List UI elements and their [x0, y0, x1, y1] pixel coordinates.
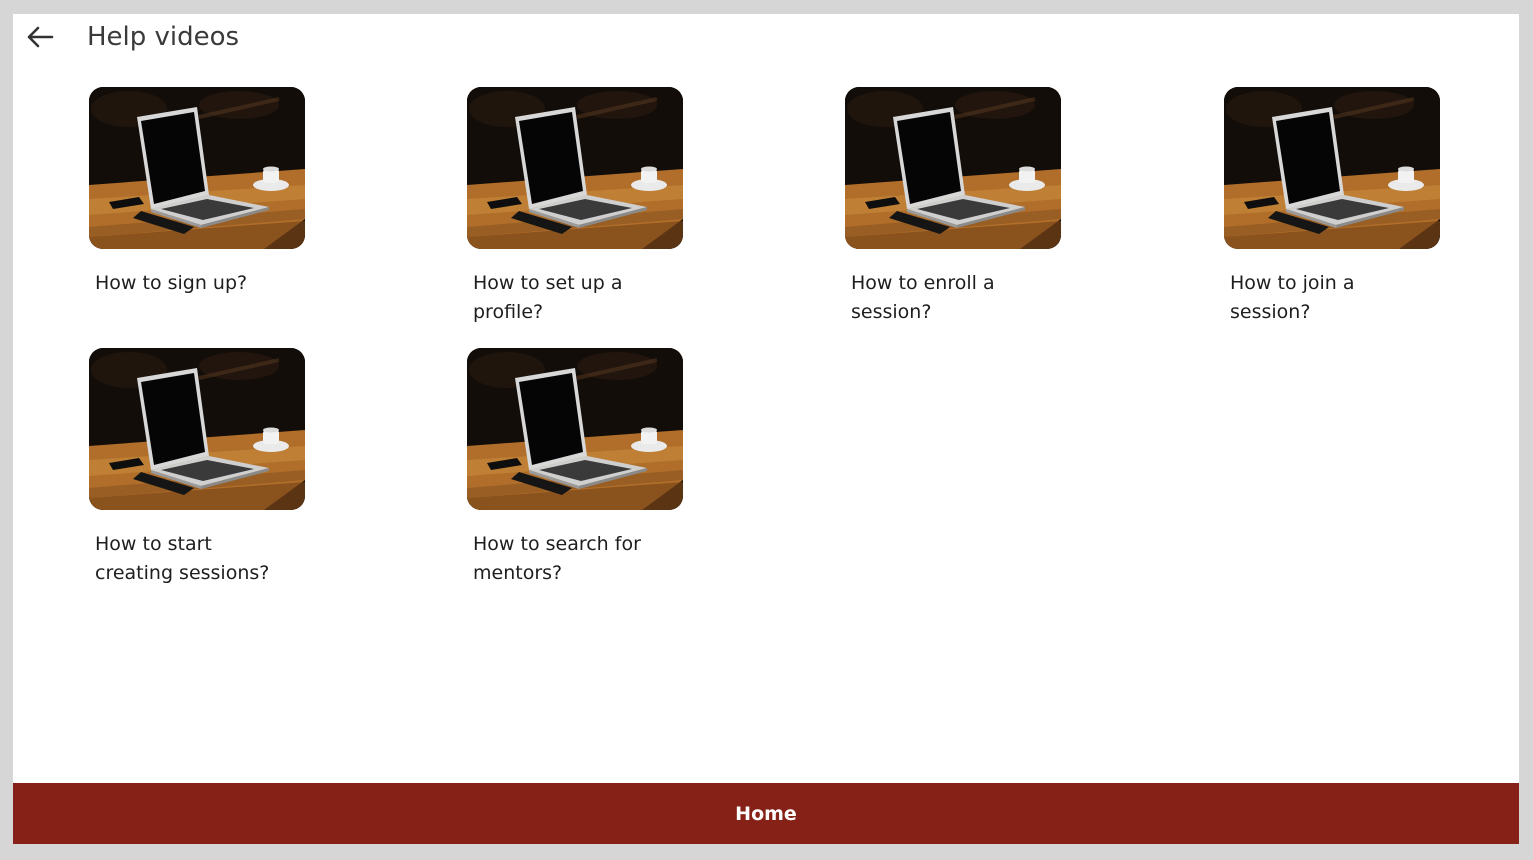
- video-thumbnail[interactable]: [89, 87, 305, 249]
- video-title[interactable]: How to join a session?: [1230, 269, 1430, 327]
- video-thumbnail[interactable]: [1224, 87, 1440, 249]
- home-button-label: Home: [735, 802, 797, 825]
- arrow-left-icon: [27, 26, 54, 48]
- video-title[interactable]: How to sign up?: [95, 269, 295, 298]
- video-thumbnail[interactable]: [845, 87, 1061, 249]
- video-title[interactable]: How to search for mentors?: [473, 530, 673, 588]
- video-card-join-session[interactable]: How to join a session?: [1224, 87, 1440, 327]
- video-card-enroll-session[interactable]: How to enroll a session?: [845, 87, 1061, 327]
- video-card-search-mentors[interactable]: How to search for mentors?: [467, 348, 683, 588]
- page-title: Help videos: [87, 22, 240, 52]
- video-thumbnail[interactable]: [89, 348, 305, 510]
- video-card-set-up-profile[interactable]: How to set up a profile?: [467, 87, 683, 327]
- video-thumbnail[interactable]: [467, 348, 683, 510]
- video-card-start-creating-sessions[interactable]: How to start creating sessions?: [89, 348, 305, 588]
- video-title[interactable]: How to enroll a session?: [851, 269, 1051, 327]
- back-button[interactable]: [25, 22, 55, 52]
- video-thumbnail[interactable]: [467, 87, 683, 249]
- video-title[interactable]: How to set up a profile?: [473, 269, 673, 327]
- help-videos-screen: Help videos How to sign up? How to set u…: [13, 14, 1519, 844]
- video-card-sign-up[interactable]: How to sign up?: [89, 87, 305, 298]
- home-button[interactable]: Home: [13, 783, 1519, 844]
- video-title[interactable]: How to start creating sessions?: [95, 530, 295, 588]
